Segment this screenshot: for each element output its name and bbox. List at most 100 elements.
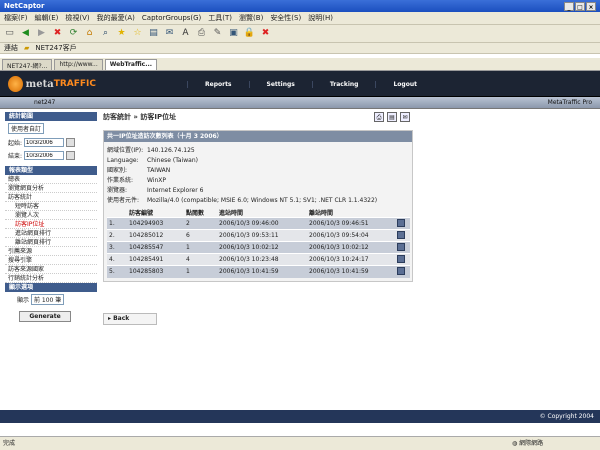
- logo-orb-icon: [8, 76, 23, 92]
- generate-button[interactable]: Generate: [19, 311, 71, 322]
- tab-net247[interactable]: NET247-網?...: [2, 59, 53, 70]
- links-label: 連結: [4, 44, 18, 52]
- table-row: 2. 104285012 6 2006/10/3 09:53:11 2006/1…: [107, 229, 410, 242]
- end-date-input[interactable]: [24, 151, 65, 160]
- info-row: 網域位置(IP): 140.126.74.125: [107, 147, 195, 154]
- calendar-icon[interactable]: [66, 138, 76, 147]
- sidebar-item-countries[interactable]: 訪客來源國家: [5, 265, 97, 274]
- tab-http[interactable]: http://www...: [54, 59, 103, 70]
- menu-help[interactable]: 說明(H): [308, 13, 333, 23]
- nav-settings[interactable]: Settings: [248, 80, 312, 88]
- panel-title: 共一IP位址造訪次數列表（十月 3 2006）: [104, 131, 412, 142]
- start-date-input[interactable]: [24, 138, 65, 147]
- metatraffic-logo: meta TRAFFIC: [8, 75, 96, 93]
- home-icon[interactable]: ⌂: [83, 27, 96, 40]
- product-name: MetaTraffic Pro: [547, 99, 592, 106]
- stats-range-header: 統計範圍: [5, 112, 97, 121]
- sidebar-item-exit-pages[interactable]: 離站網頁排行: [5, 238, 97, 247]
- menu-favorites[interactable]: 我的最愛(A): [97, 13, 135, 23]
- mail-icon[interactable]: ✉: [163, 27, 176, 40]
- sidebar-item-marketing[interactable]: 行銷統計分析: [5, 274, 97, 283]
- report-type-header: 報表類型: [5, 166, 97, 175]
- refresh-icon[interactable]: ⟳: [67, 27, 80, 40]
- menu-browse[interactable]: 瀏覽(B): [239, 13, 263, 23]
- close-button[interactable]: ×: [586, 1, 596, 11]
- sidebar-item-referrers[interactable]: 引薦來源: [5, 247, 97, 256]
- sidebar-item-pageviews[interactable]: 瀏覽網頁分析: [5, 184, 97, 193]
- end-date-field: 結束:: [5, 149, 97, 162]
- menu-view[interactable]: 檢視(V): [65, 13, 89, 23]
- range-field: 使用者自訂: [5, 121, 97, 136]
- details-icon[interactable]: [397, 230, 405, 239]
- sidebar-item-summary[interactable]: 總表: [5, 175, 97, 184]
- start-date-field: 起始:: [5, 136, 97, 149]
- sidebar-item-visitor-ip[interactable]: 訪客IP位址: [5, 220, 97, 229]
- stop-icon[interactable]: ✖: [51, 27, 64, 40]
- visits-table: 訪客編號 點閱數 進站時間 離站時間 1. 104294903 2 2006/1…: [107, 208, 410, 278]
- table-row: 3. 104285547 1 2006/10/3 10:02:12 2006/1…: [107, 241, 410, 254]
- calendar-icon[interactable]: [66, 151, 76, 160]
- lock-icon[interactable]: 🔒: [243, 27, 256, 40]
- font-size-icon[interactable]: A: [179, 27, 192, 40]
- favorites-star-icon[interactable]: ★: [115, 27, 128, 40]
- history-icon[interactable]: ▤: [147, 27, 160, 40]
- browser-toolbar: ▭ ◀ ▶ ✖ ⟳ ⌂ ⌕ ★ ☆ ▤ ✉ A ⎙ ✎ ▣ 🔒 ✖: [0, 25, 600, 43]
- end-label: 結束:: [8, 153, 23, 160]
- status-bar: 完成 ◍ 網際網路: [0, 436, 600, 450]
- minimize-button[interactable]: _: [564, 1, 574, 11]
- window-titlebar: NetCaptor _ □ ×: [0, 0, 600, 12]
- folder-icon: ▰: [24, 44, 30, 52]
- email-report-icon[interactable]: ✉: [400, 112, 410, 122]
- window-controls: _ □ ×: [564, 1, 596, 11]
- tab-webtraffic[interactable]: WebTraffic...: [104, 59, 158, 70]
- info-row: 作業系統: WinXP: [107, 177, 166, 184]
- details-icon[interactable]: [397, 242, 405, 251]
- sidebar-item-search-engines[interactable]: 搜尋引擎: [5, 256, 97, 265]
- nav-reports[interactable]: Reports: [187, 80, 249, 88]
- forward-icon[interactable]: ▶: [35, 27, 48, 40]
- visitor-info: 網域位置(IP): 140.126.74.125 Language: Chinese…: [104, 142, 412, 208]
- link-net247[interactable]: NET247客戶: [35, 43, 76, 53]
- site-name: net247: [34, 99, 56, 106]
- site-footer: © Copyright 2004: [0, 410, 600, 423]
- print-icon[interactable]: ⎙: [195, 27, 208, 40]
- edit-icon[interactable]: ✎: [211, 27, 224, 40]
- status-text: 完成: [3, 440, 16, 447]
- nav-tracking[interactable]: Tracking: [311, 80, 376, 88]
- main-content: 訪客統計 » 訪客IP位址 ⎙ ▤ ✉ 共一IP位址造訪次數列表（十月 3 20…: [103, 112, 413, 325]
- security-zone: ◍ 網際網路: [512, 440, 544, 447]
- sidebar-item-visits[interactable]: 瀏覽人次: [5, 211, 97, 220]
- sidebar-item-short-visitors[interactable]: 短時訪客: [5, 202, 97, 211]
- range-select[interactable]: 使用者自訂: [8, 123, 45, 134]
- menu-edit[interactable]: 編輯(E): [35, 13, 59, 23]
- details-icon[interactable]: [397, 218, 405, 227]
- search-icon[interactable]: ⌕: [99, 27, 112, 40]
- info-row: 國家別: TAIWAN: [107, 167, 171, 174]
- show-count-select[interactable]: 前 100 筆: [31, 294, 65, 305]
- sidebar-item-visitors[interactable]: 訪客統計: [5, 193, 97, 202]
- add-favorite-icon[interactable]: ☆: [131, 27, 144, 40]
- new-page-icon[interactable]: ▭: [3, 27, 16, 40]
- menu-tools[interactable]: 工具(T): [208, 13, 232, 23]
- close-tab-icon[interactable]: ✖: [259, 27, 272, 40]
- info-row: Language: Chinese (Taiwan): [107, 157, 198, 164]
- sidebar: 統計範圍 使用者自訂 起始: 結束: 報表類型 總表 瀏覽網頁分析 訪客統計 短…: [5, 112, 97, 412]
- back-button[interactable]: ▸ Back: [103, 313, 157, 325]
- details-icon[interactable]: [397, 266, 405, 275]
- window-icon[interactable]: ▣: [227, 27, 240, 40]
- maximize-button[interactable]: □: [575, 1, 585, 11]
- sidebar-item-entry-pages[interactable]: 進站網頁排行: [5, 229, 97, 238]
- nav-logout[interactable]: Logout: [375, 80, 434, 88]
- window-title: NetCaptor: [4, 2, 45, 10]
- back-icon[interactable]: ◀: [19, 27, 32, 40]
- display-options-header: 顯示選項: [5, 283, 97, 292]
- menu-security[interactable]: 安全性(S): [270, 13, 301, 23]
- menu-file[interactable]: 檔案(F): [4, 13, 28, 23]
- export-report-icon[interactable]: ▤: [387, 112, 397, 122]
- table-row: 4. 104285491 4 2006/10/3 10:23:48 2006/1…: [107, 253, 410, 266]
- menu-captorgroups[interactable]: CaptorGroups(G): [142, 14, 201, 22]
- sub-header: net247 MetaTraffic Pro: [0, 97, 600, 109]
- details-icon[interactable]: [397, 254, 405, 263]
- breadcrumb: 訪客統計 » 訪客IP位址: [103, 113, 177, 121]
- print-report-icon[interactable]: ⎙: [374, 112, 384, 122]
